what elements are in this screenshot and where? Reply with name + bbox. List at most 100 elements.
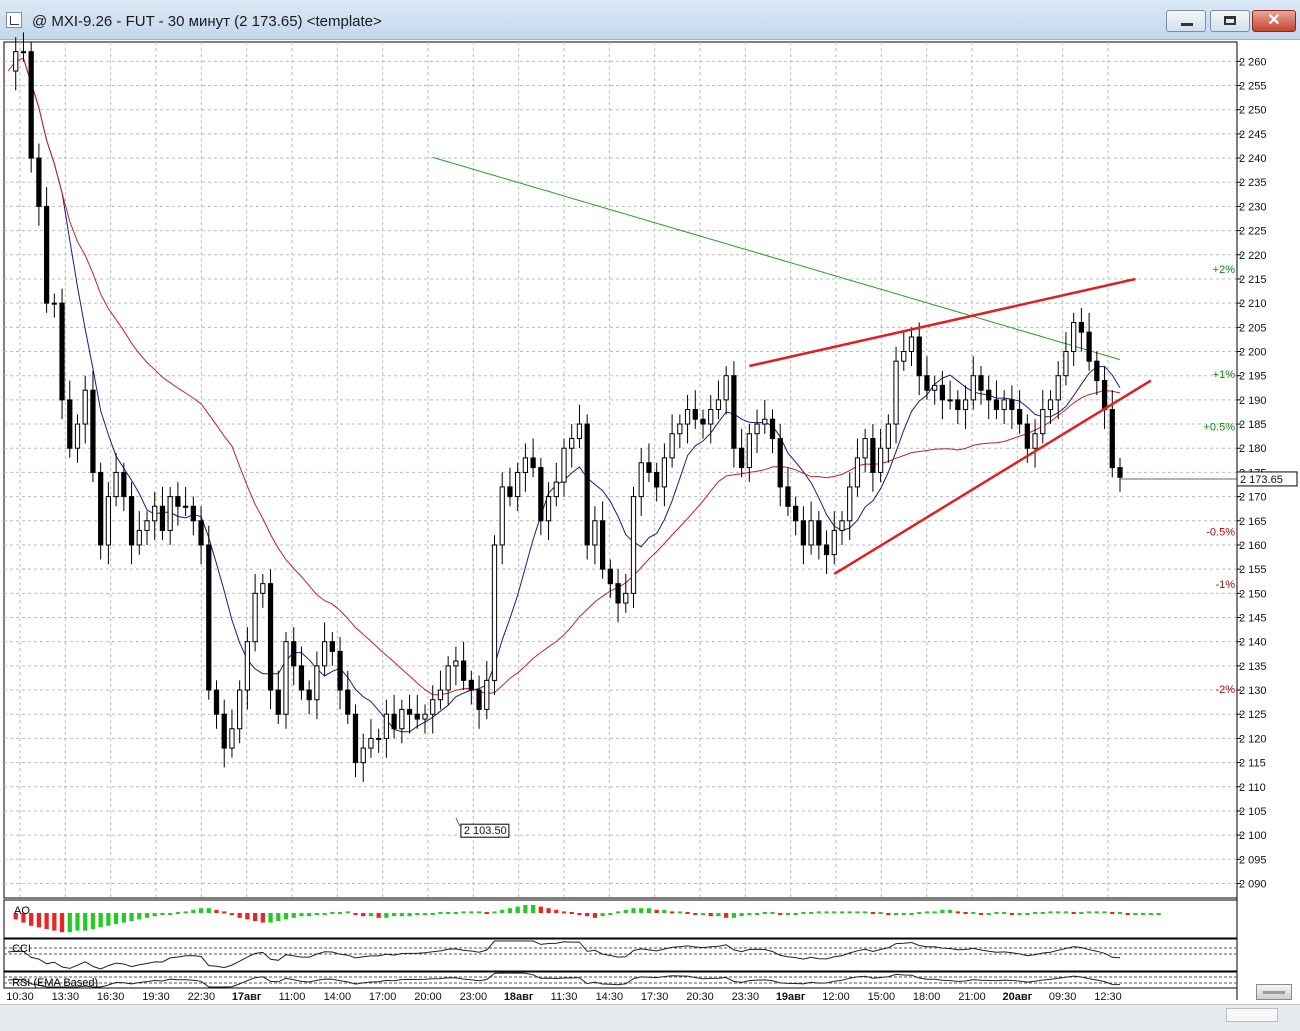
ao-bar: [384, 913, 389, 918]
ao-bar: [693, 913, 698, 915]
candle-body: [28, 51, 34, 159]
ao-bar: [438, 912, 443, 914]
ao-bar: [245, 913, 250, 920]
candle-body: [877, 447, 884, 473]
candle-body: [90, 389, 96, 473]
ao-bar: [940, 909, 945, 913]
x-tick-label: 17авг: [232, 991, 262, 1003]
zoom-field[interactable]: [1226, 1008, 1278, 1022]
ao-bar: [476, 911, 482, 914]
candle-body: [831, 529, 837, 556]
y-tick-label: 2 185: [1239, 419, 1267, 431]
candle-body: [175, 496, 181, 507]
ao-bar: [754, 913, 760, 915]
x-tick-label: 13:30: [52, 991, 80, 1003]
x-tick-label: 22:30: [188, 991, 216, 1003]
x-tick-label: 11:00: [279, 991, 306, 1003]
ao-bar: [669, 911, 675, 914]
candle-body: [1009, 399, 1015, 411]
percent-level-label: -0.5%: [1206, 526, 1235, 538]
candle-body: [885, 423, 891, 449]
candle-body: [746, 433, 752, 469]
candle-body: [98, 471, 104, 546]
ao-bar: [893, 913, 899, 915]
candle-body: [128, 496, 135, 546]
y-tick-label: 2 140: [1239, 637, 1267, 649]
ao-bar: [113, 913, 119, 925]
candle-body: [955, 399, 961, 411]
ao-bar: [399, 913, 404, 917]
ao-bar: [500, 909, 505, 913]
ao-bar: [376, 913, 381, 918]
scroll-thumb[interactable]: [1256, 984, 1292, 1000]
candle-body: [244, 641, 251, 691]
y-tick-label: 2 205: [1239, 322, 1267, 334]
y-tick-label: 2 235: [1239, 177, 1267, 189]
ao-bar: [345, 911, 350, 914]
candle-body: [708, 409, 714, 425]
candle-body: [167, 496, 173, 531]
ao-bar: [44, 913, 49, 929]
ao-bar: [137, 913, 142, 920]
candle-body: [182, 505, 189, 508]
candle-body: [970, 375, 976, 401]
ao-bar: [1040, 912, 1045, 914]
ao-bar: [1017, 913, 1022, 915]
x-tick-label: 23:00: [460, 991, 488, 1003]
candle-body: [1109, 409, 1115, 469]
ao-bar: [770, 912, 775, 914]
ao-bar: [917, 912, 922, 914]
y-tick-label: 2 180: [1239, 443, 1267, 455]
candle-body: [754, 423, 760, 435]
ao-bar: [168, 913, 173, 915]
candle-body: [36, 157, 42, 207]
ao-bar: [206, 908, 211, 913]
candle-body: [422, 713, 428, 720]
candle-body: [314, 665, 320, 701]
chart-grid: [3, 41, 1238, 899]
candle-body: [816, 520, 822, 546]
ao-bar: [523, 905, 528, 913]
candle-body: [677, 423, 683, 435]
ao-bar: [330, 912, 335, 914]
candle-body: [406, 708, 413, 715]
percent-level-label: -2%: [1215, 684, 1235, 696]
ao-bar: [1032, 912, 1038, 914]
candle-body: [669, 433, 675, 459]
low-price-label: 2 103.50: [464, 825, 507, 837]
candle-body: [862, 438, 868, 459]
y-tick-label: 2 240: [1239, 153, 1267, 165]
x-tick-label: 17:30: [641, 991, 669, 1003]
candle-body: [916, 336, 922, 377]
candle-body: [237, 689, 243, 730]
ao-bar: [237, 913, 242, 918]
ao-bar: [955, 911, 960, 914]
ao-bar: [484, 912, 489, 914]
x-tick-label: 20:00: [414, 991, 442, 1003]
candle-body: [144, 520, 150, 531]
candle-body: [924, 375, 930, 391]
x-tick-label: 09:30: [1049, 991, 1077, 1003]
ao-bar: [808, 912, 814, 914]
ao-bar: [662, 909, 667, 913]
ao-bar: [554, 909, 559, 913]
price-chart[interactable]: 2 260 2 255 2 250 2 245 2 240 2 235 2 230 2 225…: [0, 0, 1300, 1004]
ao-bar: [1086, 911, 1092, 914]
candle-body: [399, 708, 405, 730]
candle-body: [20, 51, 27, 54]
candle-body: [978, 375, 984, 391]
candle-body: [460, 660, 467, 681]
ao-bar: [538, 906, 543, 913]
ao-bar: [52, 913, 57, 931]
y-tick-label: 2 190: [1239, 395, 1267, 407]
candle-body: [298, 665, 305, 691]
candle-body: [823, 544, 830, 556]
y-tick-label: 2 120: [1239, 733, 1267, 745]
candle-body: [221, 713, 227, 749]
ao-bar: [422, 913, 428, 915]
ao-bar: [561, 911, 567, 914]
ao-bar: [129, 913, 134, 921]
candle-body: [337, 650, 343, 691]
candle-body: [623, 592, 629, 604]
y-tick-label: 2 105: [1239, 806, 1267, 818]
